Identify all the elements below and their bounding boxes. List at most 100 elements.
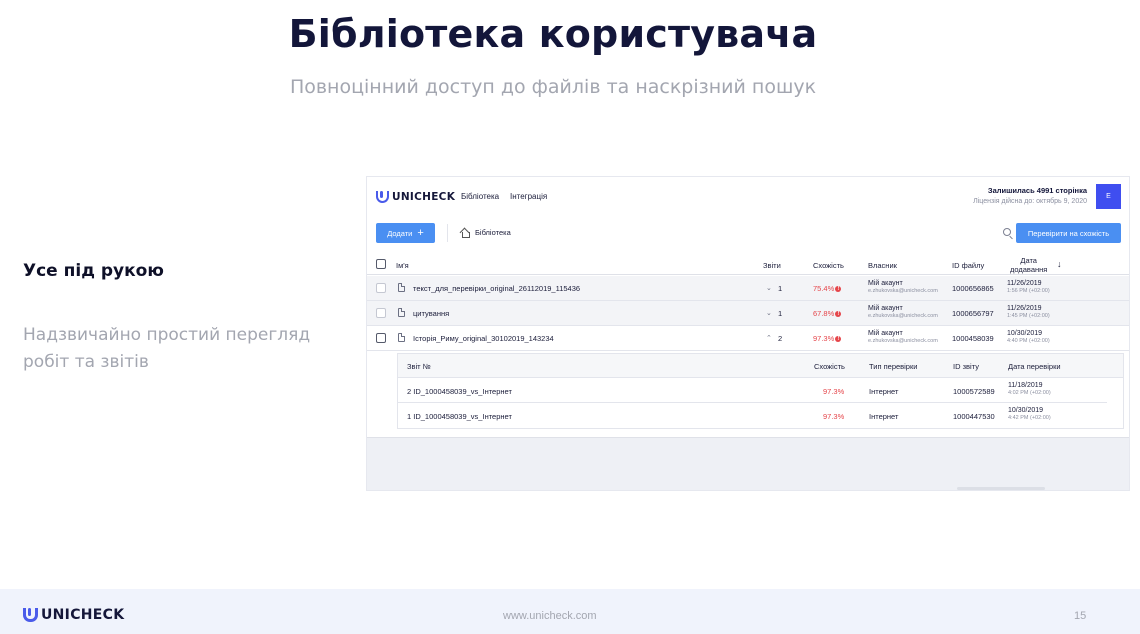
owner-name: Мій акаунт [868,280,903,287]
app-screenshot: UNICHECK Бібліотека Інтеграція Залишилас… [366,176,1130,491]
footer-url[interactable]: www.unicheck.com [503,610,597,622]
report-count: 1 [778,284,783,293]
row-checkbox[interactable] [376,283,386,293]
toolbar: Додати + Бібліотека Перевірити на схожіс… [367,223,1129,245]
report-count: 1 [778,309,783,318]
report-similarity: 97.3% [823,412,845,421]
column-similarity[interactable]: Схожість [813,261,844,270]
warning-icon: ! [835,336,842,342]
report-name[interactable]: 1 ID_1000458039_vs_Інтернет [407,412,512,421]
time: 4:42 PM (+02:00) [1008,415,1051,421]
column-owner[interactable]: Власник [868,261,897,270]
report-type: Інтернет [869,412,899,421]
column-date-line1: Дата [1020,256,1037,265]
table-row-expanded[interactable]: Історія_Риму_original_30102019_143234 ⌃ … [367,326,1129,351]
file-name[interactable]: Історія_Риму_original_30102019_143234 [413,334,554,343]
footer-logo-text: UNICHECK [41,607,125,623]
date-added: 10/30/2019 4:40 PM (+02:00) [1007,330,1050,344]
date: 11/26/2019 [1007,305,1042,312]
column-check-type: Тип перевірки [869,362,918,371]
file-id: 1000656865 [952,284,994,293]
sort-arrow-icon[interactable]: ↓ [1057,259,1062,269]
time: 1:56 PM (+02:00) [1007,288,1050,294]
time: 4:40 PM (+02:00) [1007,338,1050,344]
chevron-down-icon[interactable]: ⌄ [766,284,772,292]
owner: Мій акаунт e.zhukovska@unicheck.com [868,305,938,319]
file-icon [398,283,405,292]
toolbar-divider [447,224,448,242]
report-id: 1000572589 [953,387,995,396]
nav-library[interactable]: Бібліотека [461,192,499,201]
feature-title: Усе під рукою [23,261,164,281]
table-row[interactable]: текст_для_перевірки_original_26112019_11… [367,276,1129,301]
report-row[interactable]: 2 ID_1000458039_vs_Інтернет 97.3% Інтерн… [398,378,1123,403]
similarity-text: 67.8% [813,309,835,318]
date-added: 11/26/2019 1:45 PM (+02:00) [1007,305,1050,319]
column-report: Звіт № [407,362,431,371]
report-date: 11/18/2019 4:02 PM (+02:00) [1008,382,1051,396]
feature-description: Надзвичайно простий перегляд робіт та зв… [23,325,311,372]
owner-name: Мій акаунт [868,330,903,337]
slide-title: Бібліотека користувача [288,12,818,56]
add-button-label: Додати [387,228,413,238]
row-checkbox[interactable] [376,333,386,343]
column-name[interactable]: Ім'я [396,261,409,270]
warning-icon: ! [835,311,842,317]
chevron-up-icon[interactable]: ⌃ [766,334,772,342]
check-similarity-button[interactable]: Перевірити на схожість [1016,223,1121,243]
page-number: 15 [1074,610,1087,622]
unicheck-logo[interactable]: UNICHECK [376,191,455,203]
date-added: 11/26/2019 1:56 PM (+02:00) [1007,280,1050,294]
scrollbar[interactable] [957,487,1045,490]
license-info: Ліцензія дійсна до: октябрь 9, 2020 [973,198,1087,205]
column-date-added[interactable]: Дата додавання [1010,256,1047,274]
plus-icon: + [417,226,424,239]
avatar[interactable]: E [1096,184,1121,209]
column-file-id[interactable]: ID файлу [952,261,984,270]
similarity-value: 75.4%! [813,284,842,293]
select-all-checkbox[interactable] [376,259,386,269]
report-name[interactable]: 2 ID_1000458039_vs_Інтернет [407,387,512,396]
owner: Мій акаунт e.zhukovska@unicheck.com [868,330,938,344]
date: 10/30/2019 [1008,407,1044,414]
file-name[interactable]: текст_для_перевірки_original_26112019_11… [413,284,580,293]
nav-integration[interactable]: Інтеграція [510,192,547,201]
reports-subtable: Звіт № Схожість Тип перевірки ID звіту Д… [397,353,1124,429]
app-footer-area [367,437,1129,490]
home-icon [460,228,470,238]
chevron-down-icon[interactable]: ⌄ [766,309,772,317]
report-date: 10/30/2019 4:42 PM (+02:00) [1008,407,1051,421]
breadcrumb[interactable]: Бібліотека [460,228,511,238]
similarity-text: 97.3% [813,334,835,343]
column-reports[interactable]: Звіти [763,261,781,270]
column-check-date: Дата перевірки [1008,362,1061,371]
table-header: Ім'я Звіти Схожість Власник ID файлу Дат… [367,253,1129,275]
time: 4:02 PM (+02:00) [1008,390,1051,396]
owner-email: e.zhukovska@unicheck.com [868,313,938,319]
add-button[interactable]: Додати + [376,223,435,243]
owner-email: e.zhukovska@unicheck.com [868,288,938,294]
similarity-text: 75.4% [813,284,835,293]
column-similarity: Схожість [814,362,845,371]
similarity-value: 97.3%! [813,334,842,343]
slide-footer: UNICHECK www.unicheck.com 15 [0,589,1140,634]
date: 11/26/2019 [1007,280,1042,287]
search-icon[interactable] [1003,228,1011,236]
slide-subtitle: Повноцінний доступ до файлів та наскрізн… [289,76,817,98]
report-similarity: 97.3% [823,387,845,396]
unicheck-logo-icon [376,191,389,203]
warning-icon: ! [835,286,842,292]
pages-left: Залишилась 4991 сторінка [987,186,1087,195]
column-report-id: ID звіту [953,362,979,371]
date: 11/18/2019 [1008,382,1043,389]
report-id: 1000447530 [953,412,995,421]
table-row[interactable]: цитування ⌄ 1 67.8%! Мій акаунт e.zhukov… [367,301,1129,326]
logo-text: UNICHECK [392,191,456,203]
unicheck-logo-icon [23,608,38,622]
report-row[interactable]: 1 ID_1000458039_vs_Інтернет 97.3% Інтерн… [398,403,1123,428]
row-checkbox[interactable] [376,308,386,318]
breadcrumb-label: Бібліотека [475,228,511,237]
date: 10/30/2019 [1007,330,1043,337]
file-name[interactable]: цитування [413,309,449,318]
file-id: 1000656797 [952,309,994,318]
